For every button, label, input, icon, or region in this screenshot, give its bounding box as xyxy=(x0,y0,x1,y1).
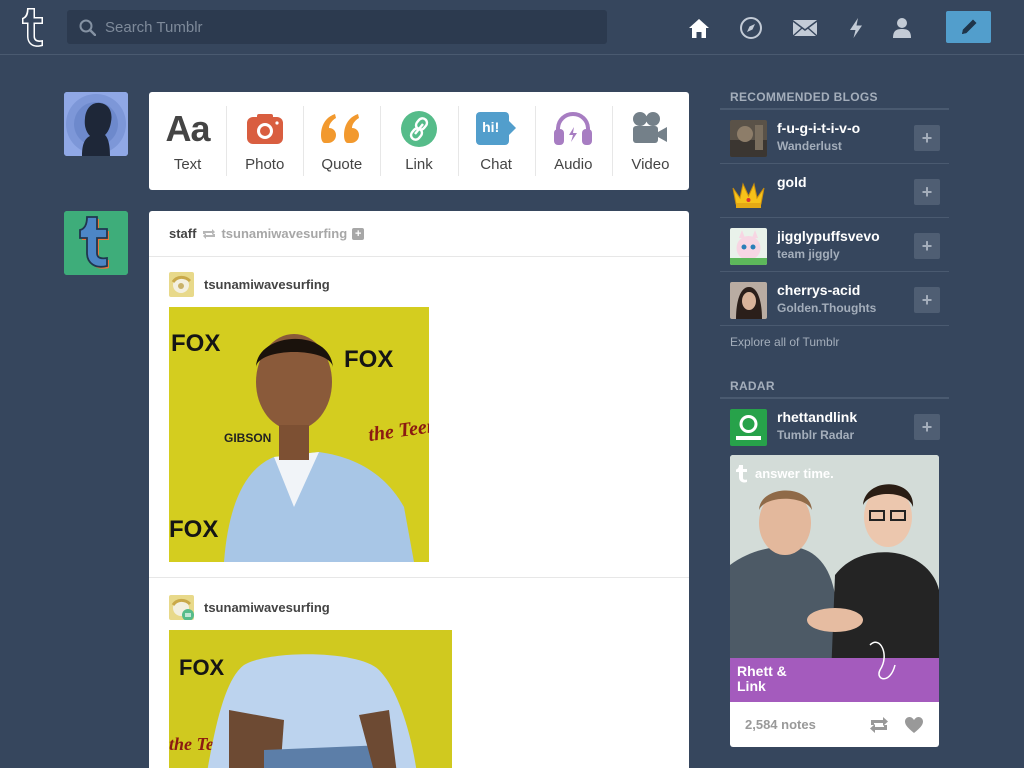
post-photo[interactable]: FOX FOX FOX the Teen Choice Awards GIBSO… xyxy=(169,307,429,562)
post-type-label: Text xyxy=(173,156,202,173)
text-icon: Aa xyxy=(165,108,211,149)
blog-avatar[interactable] xyxy=(730,120,767,157)
post-type-text[interactable]: Aa Text xyxy=(149,92,226,190)
link-icon xyxy=(400,109,438,149)
photo-text-fox-3: FOX xyxy=(169,516,218,543)
post-type-label: Audio xyxy=(554,156,593,173)
user-avatar[interactable] xyxy=(64,92,128,156)
post-type-label: Video xyxy=(631,156,670,173)
trail-avatar[interactable] xyxy=(169,594,194,621)
chat-icon-glyph: hi! xyxy=(482,119,500,135)
blog-title: Tumblr Radar xyxy=(777,428,855,442)
post-type-photo[interactable]: Photo xyxy=(226,92,303,190)
follow-plus-button[interactable]: + xyxy=(914,233,940,259)
radar-post-footer: 2,584 notes xyxy=(730,702,939,747)
reblogged-from-name[interactable]: tsunamiwavesurfing xyxy=(221,226,347,241)
photo-text-fox-2: FOX xyxy=(344,346,393,373)
mail-icon[interactable] xyxy=(792,15,818,41)
heart-icon[interactable] xyxy=(904,716,924,734)
recommended-blog-row[interactable]: jigglypuffsvevo team jiggly + xyxy=(720,218,949,272)
post-type-bar: Aa Text Photo Quote Link hi! Chat Audio xyxy=(149,92,689,190)
recommended-blogs-title: RECOMMENDED BLOGS xyxy=(730,90,878,104)
blog-title: team jiggly xyxy=(777,247,840,261)
radar-title: RADAR xyxy=(730,379,775,393)
blog-avatar[interactable] xyxy=(730,228,767,265)
photo-text-gibson: GIBSON xyxy=(224,431,271,445)
blog-name[interactable]: rhettandlink xyxy=(777,409,857,425)
radar-post-image[interactable]: answer time. Rhett & Link xyxy=(730,455,939,702)
post-type-label: Photo xyxy=(245,156,285,173)
blog-name[interactable]: f-u-g-i-t-i-v-o xyxy=(777,120,860,136)
photo-text-fox: FOX xyxy=(171,330,220,357)
post-author[interactable]: staff xyxy=(169,226,196,241)
search-input[interactable] xyxy=(105,10,595,44)
headphones-icon xyxy=(553,109,593,149)
photo-text-fox: FOX xyxy=(179,655,225,680)
quote-icon xyxy=(320,109,363,149)
camera-icon xyxy=(246,109,284,149)
reblog-trail-item: tsunamiwavesurfing FOX FOX FOX the Teen … xyxy=(149,271,689,562)
explore-link[interactable]: Explore all of Tumblr xyxy=(730,335,839,349)
trail-username[interactable]: tsunamiwavesurfing xyxy=(204,277,330,292)
blog-avatar[interactable] xyxy=(730,174,767,211)
trail-avatar[interactable] xyxy=(169,271,194,297)
account-icon[interactable] xyxy=(889,15,915,41)
blog-title: Golden.Thoughts xyxy=(777,301,877,315)
follow-plus-button[interactable]: + xyxy=(914,179,940,205)
follow-plus-icon[interactable]: + xyxy=(352,227,365,240)
radar-blog-row[interactable]: rhettandlink Tumblr Radar + xyxy=(720,399,949,453)
search-icon xyxy=(79,19,96,36)
trail-username[interactable]: tsunamiwavesurfing xyxy=(204,600,330,615)
post-header: staff tsunamiwavesurfing + xyxy=(149,211,689,257)
tumblr-logo[interactable] xyxy=(17,6,51,48)
follow-plus-button[interactable]: + xyxy=(914,125,940,151)
blog-title: Wanderlust xyxy=(777,139,842,153)
reblog-trail-item: tsunamiwavesurfing FOX the Teen Choice A… xyxy=(149,594,689,768)
post-type-chat[interactable]: hi! Chat xyxy=(457,92,535,190)
recommended-blog-row[interactable]: f-u-g-i-t-i-v-o Wanderlust + xyxy=(720,110,949,164)
pencil-icon xyxy=(961,19,976,34)
blog-avatar[interactable] xyxy=(730,409,767,446)
recommended-blog-row[interactable]: gold + xyxy=(720,164,949,218)
follow-plus-button[interactable]: + xyxy=(914,287,940,313)
notes-count[interactable]: 2,584 notes xyxy=(745,717,868,732)
recommended-blog-row[interactable]: cherrys-acid Golden.Thoughts + xyxy=(720,272,949,326)
post-type-label: Link xyxy=(405,156,433,173)
chat-icon: hi! xyxy=(475,109,517,149)
blog-name[interactable]: jigglypuffsvevo xyxy=(777,228,880,244)
staff-avatar[interactable] xyxy=(64,211,128,275)
radar-image-caption: answer time. xyxy=(755,466,834,481)
dashboard-post: staff tsunamiwavesurfing + tsunamiwavesu… xyxy=(149,211,689,768)
compose-button[interactable] xyxy=(946,11,991,43)
blog-avatar[interactable] xyxy=(730,282,767,319)
reblog-icon[interactable] xyxy=(868,716,890,734)
post-photo[interactable]: FOX the Teen Choice Awards xyxy=(169,630,452,768)
explore-compass-icon[interactable] xyxy=(738,15,764,41)
post-type-quote[interactable]: Quote xyxy=(303,92,380,190)
follow-plus-button[interactable]: + xyxy=(914,414,940,440)
post-type-label: Quote xyxy=(321,156,363,173)
radar-image-title: Rhett & Link xyxy=(737,663,787,694)
post-type-link[interactable]: Link xyxy=(380,92,457,190)
home-icon[interactable] xyxy=(686,15,712,41)
search-bar[interactable] xyxy=(67,10,607,44)
blog-name[interactable]: gold xyxy=(777,174,807,190)
top-navigation xyxy=(0,0,1024,55)
post-type-audio[interactable]: Audio xyxy=(534,92,612,190)
post-type-label: Chat xyxy=(480,156,512,173)
radar-post-card: answer time. Rhett & Link 2,584 notes xyxy=(730,455,939,747)
reblog-icon xyxy=(203,228,216,239)
blog-name[interactable]: cherrys-acid xyxy=(777,282,860,298)
activity-lightning-icon[interactable] xyxy=(843,15,869,41)
video-camera-icon xyxy=(631,109,669,149)
post-type-video[interactable]: Video xyxy=(611,92,689,190)
